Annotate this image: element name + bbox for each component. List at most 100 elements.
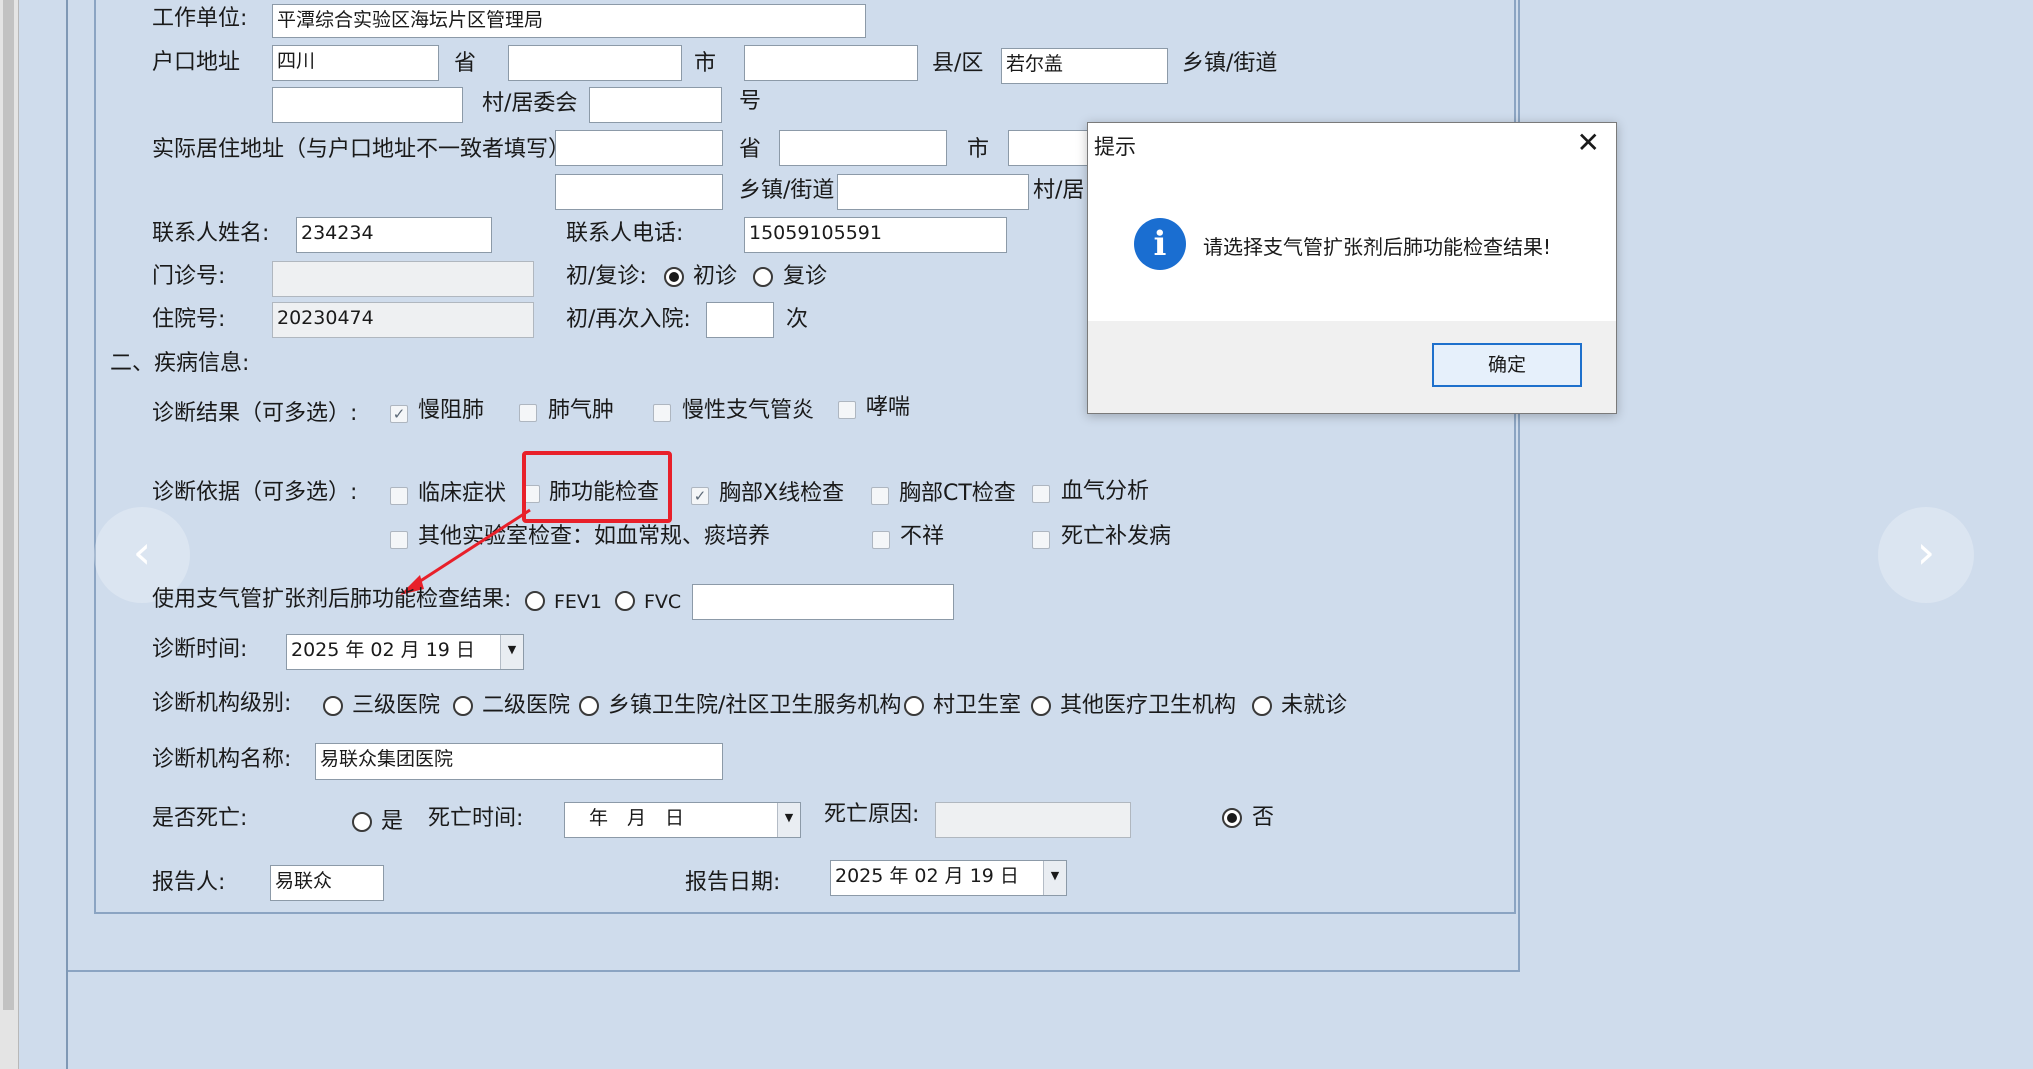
hukou-label: 户口地址 <box>152 50 241 75</box>
death-cause-label: 死亡原因: <box>824 802 920 827</box>
fev1-radio[interactable] <box>525 591 545 611</box>
work-unit-label: 工作单位: <box>152 6 248 31</box>
death-label: 是否死亡: <box>152 806 248 831</box>
inst-level-label-5: 其他医疗卫生机构 <box>1060 693 1237 718</box>
fev1-label: FEV1 <box>554 591 603 613</box>
diag-result-checkbox-4[interactable] <box>838 401 856 419</box>
dialog-message: 请选择支气管扩张剂后肺功能检查结果! <box>1203 235 1552 259</box>
hukou-province-input[interactable]: 四川 <box>272 45 439 81</box>
diag-basis-checkbox-8[interactable] <box>1032 531 1050 549</box>
residence-label: 实际居住地址（与户口地址不一致者填写） <box>152 137 571 162</box>
hukou-city-unit: 市 <box>694 51 717 76</box>
diag-time-picker[interactable]: 2025 年 02 月 19 日 ▼ <box>286 634 524 670</box>
diag-result-checkbox-1[interactable]: ✓ <box>390 405 408 423</box>
work-unit-input[interactable]: 平潭综合实验区海坛片区管理局 <box>272 4 866 38</box>
outpatient-input[interactable] <box>272 261 534 297</box>
hukou-city-input[interactable] <box>508 45 682 81</box>
hukou-village-input[interactable] <box>589 87 722 123</box>
residence-province-unit: 省 <box>739 137 762 162</box>
residence-town-input[interactable] <box>837 174 1029 210</box>
close-icon[interactable]: ✕ <box>1577 127 1600 159</box>
contact-name-label: 联系人姓名: <box>152 221 270 246</box>
diag-basis-label: 诊断依据（可多选）: <box>152 480 358 505</box>
diag-basis-checkbox-3[interactable]: ✓ <box>691 487 709 505</box>
residence-province-input[interactable] <box>555 130 723 166</box>
admission-label: 初/再次入院: <box>566 307 691 332</box>
diag-basis-checkbox-5[interactable] <box>1032 485 1050 503</box>
inst-level-label-6: 未就诊 <box>1281 693 1348 718</box>
report-date-label: 报告日期: <box>685 870 781 895</box>
reporter-input[interactable]: 易联众 <box>270 865 384 901</box>
fvc-radio[interactable] <box>615 591 635 611</box>
inst-level-label-3: 乡镇卫生院/社区卫生服务机构 <box>608 693 902 718</box>
inst-name-label: 诊断机构名称: <box>152 747 292 772</box>
report-date-picker[interactable]: 2025 年 02 月 19 日 ▼ <box>830 860 1067 896</box>
diag-basis-checkbox-1[interactable] <box>390 487 408 505</box>
inst-level-label-2: 二级医院 <box>482 693 571 718</box>
death-yes-radio[interactable] <box>352 812 372 832</box>
death-time-picker[interactable]: 年 月 日 ▼ <box>564 802 801 838</box>
hukou-county-unit: 县/区 <box>932 51 984 76</box>
diag-basis-label-7: 不祥 <box>900 524 945 549</box>
chevron-down-icon[interactable]: ▼ <box>500 635 523 669</box>
inst-level-radio-4[interactable] <box>904 696 924 716</box>
contact-phone-input[interactable]: 15059105591 <box>744 217 1007 253</box>
ok-button[interactable]: 确定 <box>1432 343 1582 387</box>
inpatient-label: 住院号: <box>152 307 226 332</box>
diag-time-value: 2025 年 02 月 19 日 <box>291 639 475 661</box>
inst-level-radio-3[interactable] <box>579 696 599 716</box>
visit-first-label: 初诊 <box>693 264 738 289</box>
death-cause-input[interactable] <box>935 802 1131 838</box>
hukou-county-select[interactable] <box>744 45 918 81</box>
residence-county-input[interactable] <box>1008 130 1088 166</box>
admission-input[interactable] <box>706 302 774 338</box>
outpatient-label: 门诊号: <box>152 264 226 289</box>
hukou-town-input[interactable] <box>272 87 463 123</box>
inst-level-radio-1[interactable] <box>323 696 343 716</box>
inst-level-radio-5[interactable] <box>1031 696 1051 716</box>
visit-type-label: 初/复诊: <box>566 264 647 289</box>
next-arrow-icon[interactable]: › <box>1878 507 1974 603</box>
death-yes-label: 是 <box>381 809 404 834</box>
chevron-down-icon[interactable]: ▼ <box>1043 861 1066 895</box>
death-no-radio[interactable] <box>1222 808 1242 828</box>
diag-basis-checkbox-7[interactable] <box>872 531 890 549</box>
bronchodilator-value-input[interactable] <box>692 584 954 620</box>
hukou-town-unit: 乡镇/街道 <box>1182 51 1278 76</box>
residence-city-input[interactable] <box>779 130 947 166</box>
scroll-thumb[interactable] <box>3 0 14 1010</box>
admission-unit: 次 <box>786 307 809 332</box>
visit-return-radio[interactable] <box>753 267 773 287</box>
diag-result-label-3: 慢性支气管炎 <box>682 398 815 423</box>
diag-basis-label-8: 死亡补发病 <box>1061 524 1172 549</box>
residence-county2-input[interactable] <box>555 174 723 210</box>
diag-time-label: 诊断时间: <box>152 637 248 662</box>
death-no-label: 否 <box>1252 805 1275 830</box>
hukou-number-unit: 号 <box>739 89 762 114</box>
diag-basis-checkbox-4[interactable] <box>871 487 889 505</box>
visit-first-radio[interactable] <box>664 267 684 287</box>
inpatient-input[interactable]: 20230474 <box>272 302 534 338</box>
residence-village-unit: 村/居 <box>1033 178 1085 203</box>
inst-level-label: 诊断机构级别: <box>152 691 292 716</box>
diag-result-checkbox-3[interactable] <box>653 404 671 422</box>
inst-level-radio-6[interactable] <box>1252 696 1272 716</box>
diag-result-label-4: 哮喘 <box>866 395 911 420</box>
dialog-footer: 确定 <box>1088 321 1616 413</box>
diag-basis-label-3: 胸部X线检查 <box>719 481 845 506</box>
diag-result-label: 诊断结果（可多选）: <box>152 401 358 426</box>
contact-name-input[interactable]: 234234 <box>296 217 492 253</box>
diag-result-label-1: 慢阻肺 <box>418 398 485 423</box>
inst-name-input[interactable]: 易联众集团医院 <box>315 743 723 780</box>
hukou-county-input[interactable]: 若尔盖 <box>1001 48 1168 84</box>
visit-return-label: 复诊 <box>783 264 828 289</box>
chevron-down-icon[interactable]: ▼ <box>777 803 800 837</box>
death-time-value: 年 月 日 <box>589 807 685 829</box>
diag-result-label-2: 肺气肿 <box>548 398 615 423</box>
info-icon: i <box>1134 218 1186 270</box>
inst-level-label-4: 村卫生室 <box>933 693 1022 718</box>
diag-result-checkbox-2[interactable] <box>519 404 537 422</box>
hukou-village-unit: 村/居委会 <box>482 91 578 116</box>
fvc-label: FVC <box>644 591 682 613</box>
inst-level-radio-2[interactable] <box>453 696 473 716</box>
